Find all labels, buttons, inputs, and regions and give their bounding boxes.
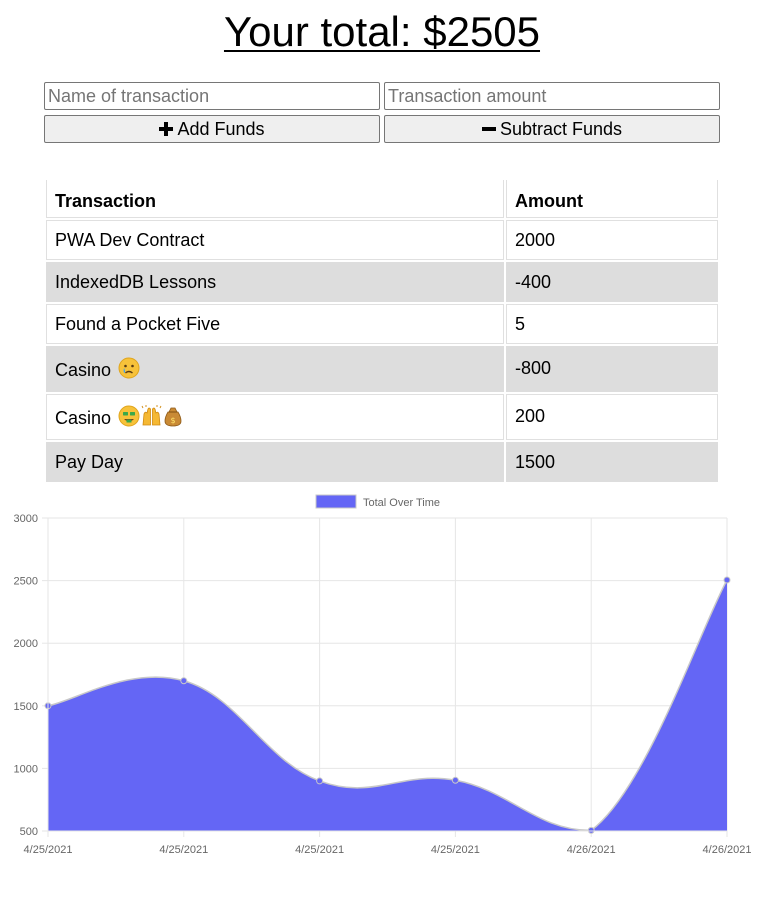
raising-hands-icon (141, 405, 162, 426)
add-funds-label: Add Funds (177, 118, 265, 139)
y-tick-label: 2000 (14, 638, 38, 650)
legend-swatch (315, 494, 357, 509)
transaction-amount: -400 (506, 262, 718, 302)
data-point (451, 776, 459, 784)
x-tick-label: 4/25/2021 (24, 844, 73, 856)
y-tick-label: 500 (20, 826, 38, 838)
chart-svg: 500 1000 1500 2000 2500 3000 4/25/2021 4/25/202… (14, 494, 752, 856)
table-header-row: Transaction Amount (46, 180, 718, 218)
transactions-table: Transaction Amount PWA Dev Contract 2000… (44, 178, 720, 484)
x-tick-label: 4/25/2021 (159, 844, 208, 856)
transaction-name-cell: Casino (46, 394, 504, 440)
y-tick-label: 3000 (14, 513, 38, 525)
add-funds-button[interactable]: Add Funds (44, 115, 380, 143)
transaction-amount: 1500 (506, 442, 718, 482)
minus-icon (481, 122, 496, 136)
transaction-name: Found a Pocket Five (46, 304, 504, 344)
transaction-name-cell: Casino (46, 346, 504, 392)
table-row: Pay Day 1500 (46, 442, 718, 482)
table-row: Casino -800 (46, 346, 718, 392)
plus-icon (159, 122, 174, 136)
budget-app: Your total: $2505 Add Funds Subtract Fun… (0, 0, 764, 900)
data-point (723, 576, 731, 584)
table-row: Found a Pocket Five 5 (46, 304, 718, 344)
transaction-amount: 200 (506, 394, 718, 440)
column-header-transaction: Transaction (46, 180, 504, 218)
transaction-name: Casino (55, 360, 112, 380)
page-title: Your total: $2505 (223, 8, 541, 55)
data-point (587, 826, 595, 834)
transaction-amount: 5 (506, 304, 718, 344)
svg-text:$: $ (171, 416, 176, 425)
money-bag-icon: $ (164, 407, 182, 427)
transaction-name-input[interactable] (44, 82, 380, 110)
transaction-amount-input[interactable] (384, 82, 720, 110)
transaction-amount: -800 (506, 346, 718, 392)
y-tick-label: 2500 (14, 576, 38, 588)
subtract-funds-button[interactable]: Subtract Funds (384, 115, 720, 143)
table-row: IndexedDB Lessons -400 (46, 262, 718, 302)
total-over-time-chart: 500 1000 1500 2000 2500 3000 4/25/2021 4/25/202… (0, 490, 764, 870)
y-tick-label: 1000 (14, 763, 38, 775)
transaction-amount: 2000 (506, 220, 718, 260)
column-header-amount: Amount (506, 180, 718, 218)
transaction-name: IndexedDB Lessons (46, 262, 504, 302)
crying-face-icon (118, 357, 140, 379)
transaction-name: Pay Day (46, 442, 504, 482)
x-tick-label: 4/25/2021 (295, 844, 344, 856)
money-mouth-face-icon: $ (118, 405, 182, 427)
transaction-name: PWA Dev Contract (46, 220, 504, 260)
y-tick-label: 1500 (14, 701, 38, 713)
data-point (180, 677, 188, 685)
x-tick-label: 4/26/2021 (567, 844, 616, 856)
subtract-funds-label: Subtract Funds (499, 118, 623, 139)
table-row: PWA Dev Contract 2000 (46, 220, 718, 260)
transaction-name: Casino (55, 408, 112, 428)
x-tick-label: 4/26/2021 (703, 844, 752, 856)
x-tick-label: 4/25/2021 (431, 844, 480, 856)
legend-label: Total Over Time (363, 497, 440, 509)
transaction-form: Add Funds Subtract Funds (44, 82, 720, 143)
table-row: Casino $ 200 (46, 394, 718, 440)
data-point (316, 777, 324, 785)
